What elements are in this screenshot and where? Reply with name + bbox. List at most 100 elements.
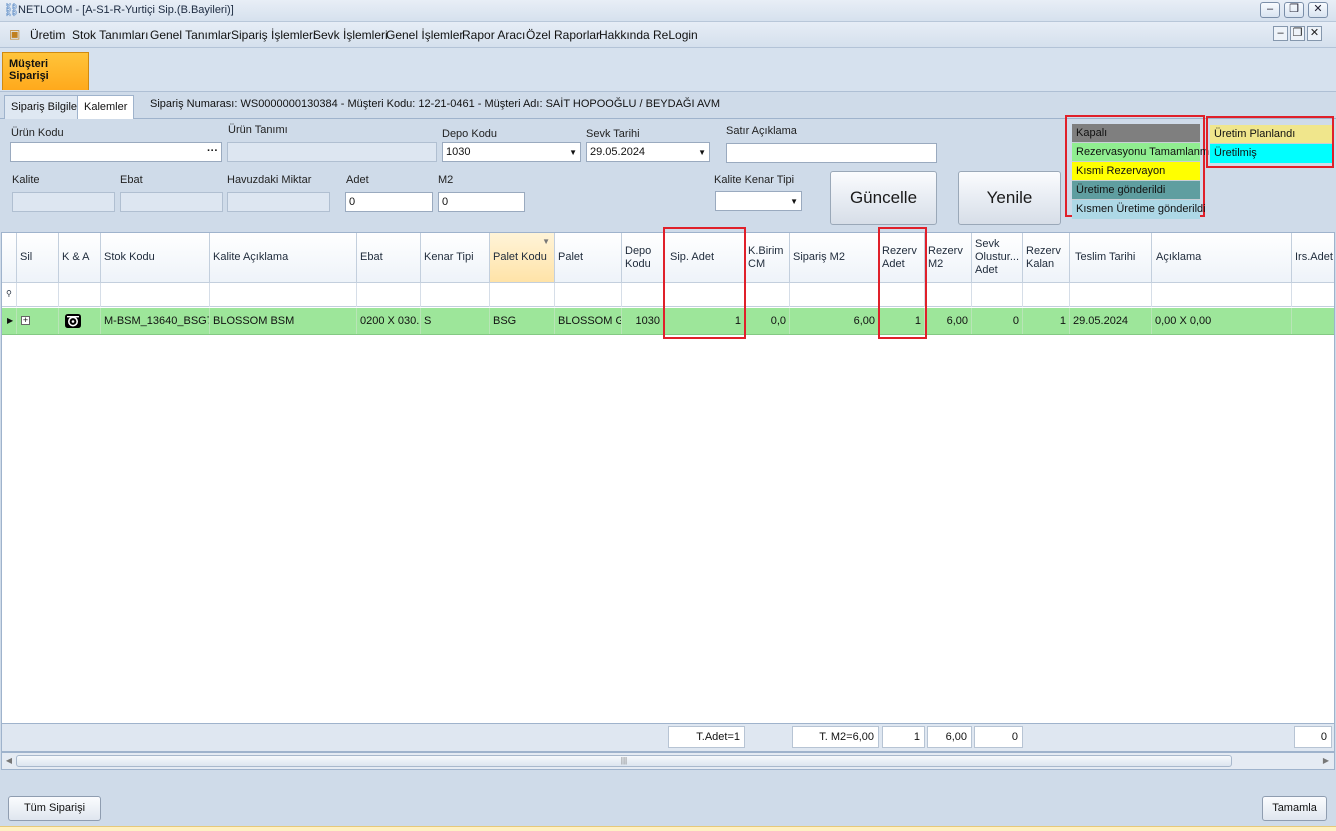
summary-t-m2: T. M2=6,00 — [792, 726, 879, 748]
filter-cell-aciklama[interactable] — [1152, 283, 1292, 307]
filter-cell-teslim-tarihi[interactable] — [1070, 283, 1152, 307]
cell-rezerv-kalan[interactable]: 1 — [1023, 308, 1070, 334]
tab-kalemler[interactable]: Kalemler — [77, 95, 135, 121]
filter-cell-depo-kodu[interactable] — [622, 283, 664, 307]
col-header-sevk-olustur-adet[interactable]: Sevk Olustur... Adet — [972, 233, 1023, 282]
filter-cell-kalite-aciklama[interactable] — [210, 283, 357, 307]
urun-kodu-browse-button[interactable]: ··· — [207, 145, 218, 157]
col-header-palet-kodu-label: Palet Kodu — [493, 251, 547, 263]
sevk-tarihi-datepicker[interactable]: 29.05.2024 ▼ — [586, 142, 710, 162]
filter-cell-stok-kodu[interactable] — [101, 283, 210, 307]
col-header-rezerv-adet[interactable]: Rezerv Adet — [879, 233, 925, 282]
cell-kenar-tipi[interactable]: S — [421, 308, 490, 334]
col-header-palet-kodu[interactable]: Palet Kodu ▼ — [490, 233, 555, 282]
col-header-ebat[interactable]: Ebat — [357, 233, 421, 282]
cell-sevk-olustur-adet[interactable]: 0 — [972, 308, 1023, 334]
filter-icon[interactable]: ▼ — [542, 235, 550, 248]
mdi-restore-button[interactable]: ❐ — [1290, 26, 1305, 41]
scroll-left-icon[interactable]: ◀ — [3, 755, 15, 767]
tum-siparisi-kapat-button[interactable]: Tüm Siparişi Kapat — [8, 796, 101, 831]
menu-uretim[interactable]: Üretim — [30, 28, 65, 42]
filter-cell-rezerv-kalan[interactable] — [1023, 283, 1070, 307]
close-button[interactable]: ✕ — [1308, 2, 1328, 18]
horizontal-scrollbar[interactable]: ◀ ||| ▶ — [1, 752, 1335, 770]
cell-kalite-aciklama[interactable]: BLOSSOM BSM — [210, 308, 357, 334]
menu-siparis-islemleri[interactable]: Sipariş İşlemleri — [231, 28, 316, 42]
depo-kodu-select[interactable]: 1030 ▼ — [442, 142, 581, 162]
scrollbar-thumb[interactable]: ||| — [16, 755, 1232, 767]
bottom-action-bar — [0, 770, 1336, 826]
filter-cell-siparis-m2[interactable] — [790, 283, 879, 307]
col-header-aciklama[interactable]: Açıklama — [1152, 233, 1292, 282]
cell-ebat[interactable]: 0200 X 030... — [357, 308, 421, 334]
cell-stok-kodu[interactable]: M-BSM_13640_BSG7... — [101, 308, 210, 334]
col-header-kenar-tipi[interactable]: Kenar Tipi — [421, 233, 490, 282]
mdi-close-button[interactable]: ✕ — [1307, 26, 1322, 41]
filter-cell-k-birim-cm[interactable] — [745, 283, 790, 307]
col-header-siparis-m2[interactable]: Sipariş M2 — [790, 233, 879, 282]
cell-rezerv-m2[interactable]: 6,00 — [925, 308, 972, 334]
col-header-palet[interactable]: Palet — [555, 233, 622, 282]
menu-app-icon[interactable]: ▣ — [9, 28, 23, 41]
menu-genel-islemler[interactable]: Genel İşlemler — [386, 28, 463, 42]
col-header-kalite-aciklama[interactable]: Kalite Açıklama — [210, 233, 357, 282]
cell-aciklama[interactable]: 0,00 X 0,00 — [1152, 308, 1292, 334]
k-a-cell[interactable] — [59, 308, 101, 334]
col-header-k-birim-cm[interactable]: K.Birim CM — [745, 233, 790, 282]
filter-cell-sevk-olustur-adet[interactable] — [972, 283, 1023, 307]
col-header-rezerv-kalan[interactable]: Rezerv Kalan — [1023, 233, 1070, 282]
menu-ozel-raporlar[interactable]: Özel Raporlar — [526, 28, 600, 42]
filter-cell-k-a[interactable] — [59, 283, 101, 307]
menu-genel-tanimlar[interactable]: Genel Tanımlar — [150, 28, 231, 42]
filter-cell-palet-kodu[interactable] — [490, 283, 555, 307]
col-header-sil[interactable]: Sil — [17, 233, 59, 282]
col-header-sip-adet[interactable]: Sip. Adet — [664, 233, 745, 282]
menu-stok-tanimlari[interactable]: Stok Tanımları — [72, 28, 148, 42]
filter-cell-irs-adet[interactable] — [1292, 283, 1334, 307]
scroll-right-icon[interactable]: ▶ — [1320, 755, 1332, 767]
urun-kodu-input[interactable]: ··· — [10, 142, 222, 162]
row-expand-button[interactable]: + — [17, 308, 59, 334]
cell-teslim-tarihi[interactable]: 29.05.2024 — [1070, 308, 1152, 334]
minimize-button[interactable]: – — [1260, 2, 1280, 18]
cell-siparis-m2[interactable]: 6,00 — [790, 308, 879, 334]
cell-palet-kodu[interactable]: BSG — [490, 308, 555, 334]
menu-hakkinda[interactable]: Hakkında — [599, 28, 650, 42]
tab-musteri-siparisi[interactable]: Müşteri Siparişi — [2, 52, 89, 90]
filter-cell-sil[interactable] — [17, 283, 59, 307]
col-header-irs-adet[interactable]: Irs.Adet — [1292, 233, 1334, 282]
chevron-down-icon[interactable]: ▼ — [698, 148, 706, 157]
col-header-depo-kodu[interactable]: Depo Kodu — [622, 233, 664, 282]
guncelle-button[interactable]: Güncelle — [830, 171, 937, 225]
m2-input[interactable]: 0 — [438, 192, 525, 212]
cell-palet[interactable]: BLOSSOM GRI — [555, 308, 622, 334]
filter-cell-rezerv-m2[interactable] — [925, 283, 972, 307]
menu-sevk-islemleri[interactable]: Sevk İşlemleri — [313, 28, 388, 42]
kenar-tipi-select[interactable]: ▼ — [715, 191, 802, 211]
menu-relogin[interactable]: ReLogin — [653, 28, 698, 42]
filter-cell-palet[interactable] — [555, 283, 622, 307]
col-header-stok-kodu[interactable]: Stok Kodu — [101, 233, 210, 282]
cell-irs-adet[interactable] — [1292, 308, 1334, 334]
table-row[interactable]: ▶ + M-BSM_13640_BSG7... BLOSSOM BSM 0200… — [2, 308, 1334, 335]
satir-aciklama-input[interactable] — [726, 143, 937, 163]
restore-button[interactable]: ❐ — [1284, 2, 1304, 18]
mdi-minimize-button[interactable]: – — [1273, 26, 1288, 41]
cell-k-birim-cm[interactable]: 0,0 — [745, 308, 790, 334]
yenile-button[interactable]: Yenile — [958, 171, 1061, 225]
adet-input[interactable]: 0 — [345, 192, 433, 212]
col-header-k-a[interactable]: K & A — [59, 233, 101, 282]
col-header-rezerv-m2[interactable]: Rezerv M2 — [925, 233, 972, 282]
filter-cell-kenar-tipi[interactable] — [421, 283, 490, 307]
filter-cell-ebat[interactable] — [357, 283, 421, 307]
col-header-teslim-tarihi[interactable]: Teslim Tarihi — [1070, 233, 1152, 282]
filter-cell-rezerv-adet[interactable] — [879, 283, 925, 307]
tamamla-button[interactable]: Tamamla — [1262, 796, 1327, 821]
menu-rapor-araci[interactable]: Rapor Aracı — [462, 28, 525, 42]
cell-rezerv-adet[interactable]: 1 — [879, 308, 925, 334]
chevron-down-icon[interactable]: ▼ — [790, 197, 798, 206]
chevron-down-icon[interactable]: ▼ — [569, 148, 577, 157]
filter-cell-sip-adet[interactable] — [664, 283, 745, 307]
cell-depo-kodu[interactable]: 1030 — [622, 308, 664, 334]
cell-sip-adet[interactable]: 1 — [664, 308, 745, 334]
